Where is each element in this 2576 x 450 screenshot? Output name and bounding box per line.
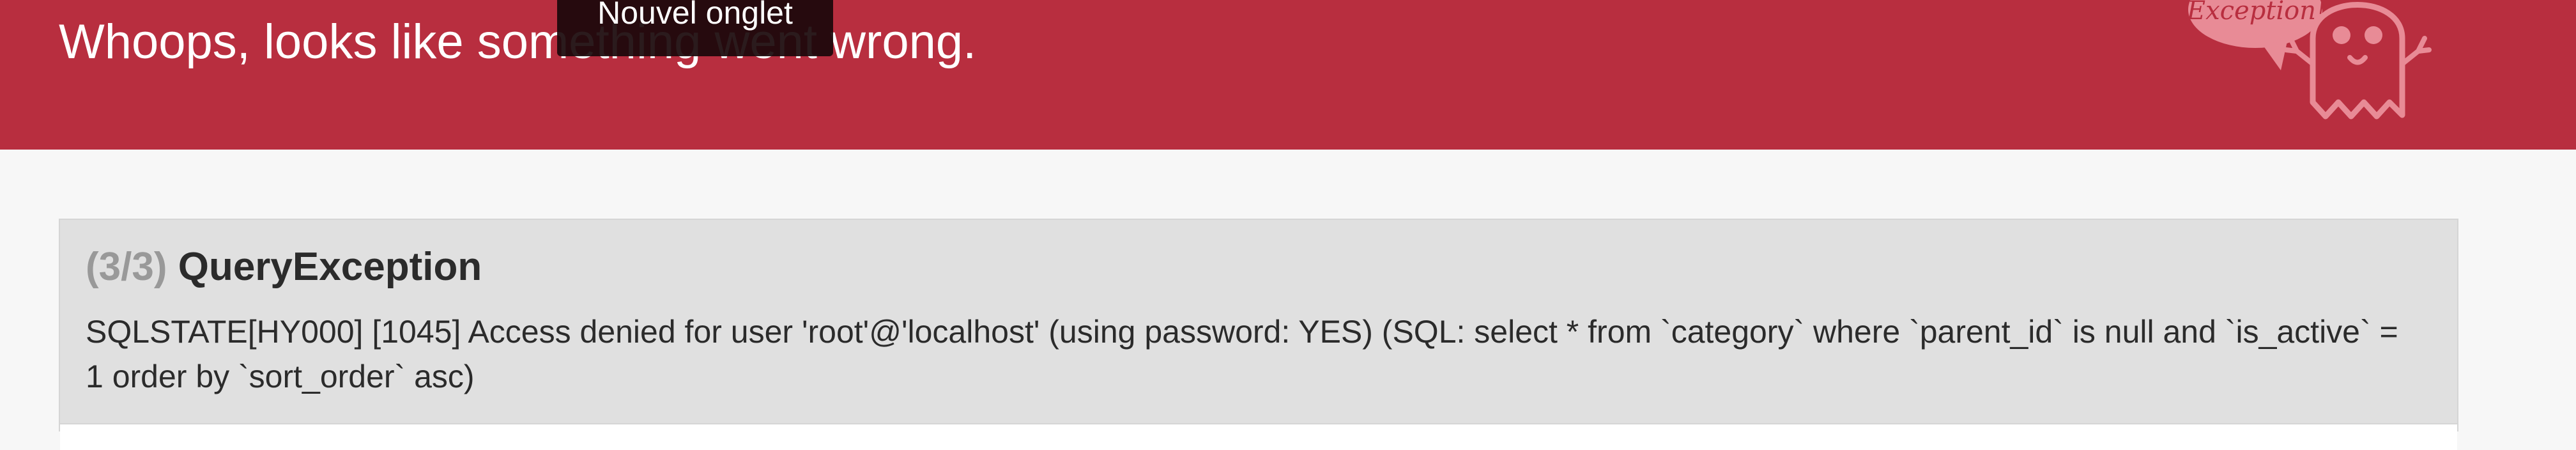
exception-card: (3/3) QueryException SQLSTATE[HY000] [10… <box>59 219 2458 450</box>
exception-counter: (3/3) <box>86 245 167 289</box>
exception-message: SQLSTATE[HY000] [1045] Access denied for… <box>86 314 2398 394</box>
error-header: Whoops, looks like something went wrong.… <box>0 0 2576 150</box>
exception-title: (3/3) QueryException <box>86 243 482 291</box>
stack-trace-panel <box>60 423 2457 450</box>
tab-tooltip: Nouvel onglet <box>557 0 833 56</box>
exception-class-name: QueryException <box>178 245 482 289</box>
ghost-exception-icon: Exception! <box>2186 0 2432 120</box>
logo-text: Exception! <box>2186 0 2326 26</box>
error-headline: Whoops, looks like something went wrong. <box>59 15 977 69</box>
